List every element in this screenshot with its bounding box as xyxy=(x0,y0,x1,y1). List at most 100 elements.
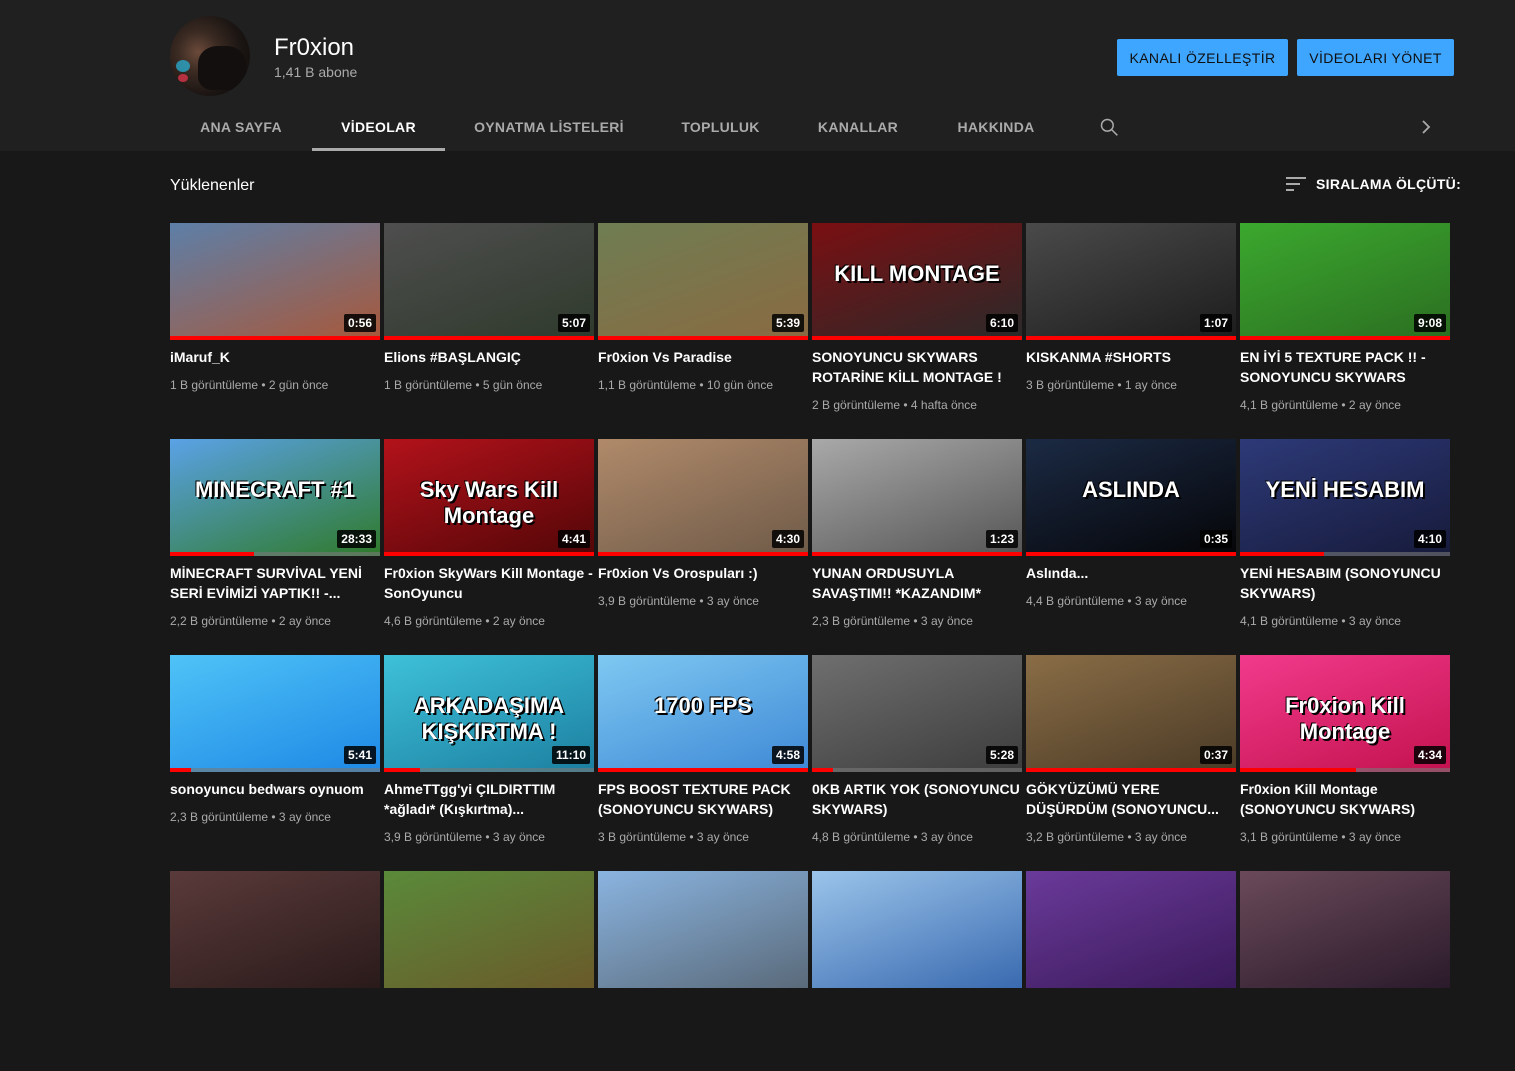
thumbnail-text: Fr0xion Kill Montage xyxy=(1285,693,1405,744)
watch-progress-bar xyxy=(1026,336,1236,340)
video-card[interactable]: 1:07 KISKANMA #SHORTS 3 B görüntüleme • 1 … xyxy=(1026,223,1236,423)
video-title[interactable]: EN İYİ 5 TEXTURE PACK !! - SONOYUNCU SKY… xyxy=(1240,347,1450,387)
video-thumbnail[interactable] xyxy=(812,871,1022,988)
video-title[interactable]: sonoyuncu bedwars oynuom xyxy=(170,779,380,799)
video-card[interactable] xyxy=(812,871,1022,1071)
video-thumbnail[interactable]: 0:37 xyxy=(1026,655,1236,772)
tab-channels[interactable]: KANALLAR xyxy=(788,102,928,151)
video-thumbnail[interactable]: 5:07 xyxy=(384,223,594,340)
video-thumbnail[interactable]: 1:23 xyxy=(812,439,1022,556)
video-card[interactable]: YENİ HESABIM 4:10 YENİ HESABIM (SONOYUNCU … xyxy=(1240,439,1450,639)
video-thumbnail[interactable]: ASLINDA 0:35 xyxy=(1026,439,1236,556)
video-thumbnail[interactable]: 5:28 xyxy=(812,655,1022,772)
video-thumbnail[interactable]: KILL MONTAGE 6:10 xyxy=(812,223,1022,340)
video-title[interactable]: Fr0xion SkyWars Kill Montage - SonOyuncu xyxy=(384,563,594,603)
video-title[interactable]: 0KB ARTIK YOK (SONOYUNCU SKYWARS) xyxy=(812,779,1022,819)
video-meta: 3 B görüntüleme • 3 ay önce xyxy=(598,830,749,844)
video-title[interactable]: YUNAN ORDUSUYLA SAVAŞTIM!! *KAZANDIM* xyxy=(812,563,1022,603)
tab-home[interactable]: ANA SAYFA xyxy=(170,102,312,151)
video-card[interactable]: 1:23 YUNAN ORDUSUYLA SAVAŞTIM!! *KAZANDIM… xyxy=(812,439,1022,639)
video-title[interactable]: Aslında... xyxy=(1026,563,1236,583)
tab-about[interactable]: HAKKINDA xyxy=(928,102,1064,151)
video-duration: 0:37 xyxy=(1199,746,1232,764)
video-thumbnail[interactable] xyxy=(1026,871,1236,988)
video-title[interactable]: GÖKYÜZÜMÜ YERE DÜŞÜRDÜM (SONOYUNCU... xyxy=(1026,779,1236,819)
video-duration: 1:23 xyxy=(985,530,1018,548)
video-duration: 5:39 xyxy=(771,314,804,332)
video-meta: 4,8 B görüntüleme • 3 ay önce xyxy=(812,830,973,844)
video-duration: 0:56 xyxy=(343,314,376,332)
sort-button[interactable]: SIRALAMA ÖLÇÜTÜ: xyxy=(1286,176,1461,192)
video-card[interactable]: 5:39 Fr0xion Vs Paradise 1,1 B görüntüleme… xyxy=(598,223,808,423)
video-title[interactable]: SONOYUNCU SKYWARS ROTARİNE KİLL MONTAGE … xyxy=(812,347,1022,387)
sort-icon xyxy=(1286,177,1306,191)
video-title[interactable]: Fr0xion Vs Orospuları :) xyxy=(598,563,808,583)
video-title[interactable]: AhmeTTgg'yi ÇILDIRTTIM *ağladı* (Kışkırt… xyxy=(384,779,594,819)
tab-videos[interactable]: VİDEOLAR xyxy=(312,102,445,151)
video-card[interactable] xyxy=(1240,871,1450,1071)
video-card[interactable] xyxy=(384,871,594,1071)
manage-videos-button[interactable]: VİDEOLARI YÖNET xyxy=(1297,39,1454,76)
video-card[interactable] xyxy=(170,871,380,1071)
video-card[interactable]: 0:37 GÖKYÜZÜMÜ YERE DÜŞÜRDÜM (SONOYUNCU..… xyxy=(1026,655,1236,855)
video-card[interactable]: 5:07 Elions #BAŞLANGIÇ 1 B görüntüleme • 5… xyxy=(384,223,594,423)
video-card[interactable]: 5:41 sonoyuncu bedwars oynuom 2,3 B görünt… xyxy=(170,655,380,855)
video-thumbnail[interactable]: 9:08 xyxy=(1240,223,1450,340)
video-thumbnail[interactable]: 1:07 xyxy=(1026,223,1236,340)
video-card[interactable]: KILL MONTAGE 6:10 SONOYUNCU SKYWARS ROTARİ… xyxy=(812,223,1022,423)
video-title[interactable]: Fr0xion Vs Paradise xyxy=(598,347,808,367)
video-thumbnail[interactable]: ARKADAŞIMA KIŞKIRTMA ! 11:10 xyxy=(384,655,594,772)
tab-playlists[interactable]: OYNATMA LİSTELERİ xyxy=(445,102,653,151)
video-card[interactable]: Sky Wars Kill Montage 4:41 Fr0xion SkyWars… xyxy=(384,439,594,639)
video-thumbnail[interactable] xyxy=(598,871,808,988)
video-card[interactable] xyxy=(1026,871,1236,1071)
video-title[interactable]: iMaruf_K xyxy=(170,347,380,367)
video-duration: 4:34 xyxy=(1413,746,1446,764)
video-meta: 3,1 B görüntüleme • 3 ay önce xyxy=(1240,830,1401,844)
video-card[interactable]: ARKADAŞIMA KIŞKIRTMA ! 11:10 AhmeTTgg'yi Ç… xyxy=(384,655,594,855)
video-thumbnail[interactable]: 4:30 xyxy=(598,439,808,556)
search-icon[interactable] xyxy=(1099,117,1119,137)
video-card[interactable]: MINECRAFT #1 28:33 MİNECRAFT SURVİVAL YENİ… xyxy=(170,439,380,639)
video-title[interactable]: Fr0xion Kill Montage (SONOYUNCU SKYWARS) xyxy=(1240,779,1450,819)
video-thumbnail[interactable]: 5:39 xyxy=(598,223,808,340)
watch-progress-bar xyxy=(1026,552,1236,556)
video-title[interactable]: YENİ HESABIM (SONOYUNCU SKYWARS) xyxy=(1240,563,1450,603)
video-card[interactable]: 9:08 EN İYİ 5 TEXTURE PACK !! - SONOYUNCU… xyxy=(1240,223,1450,423)
video-title[interactable]: MİNECRAFT SURVİVAL YENİ SERİ EVİMİZİ YAP… xyxy=(170,563,380,603)
video-title[interactable]: FPS BOOST TEXTURE PACK (SONOYUNCU SKYWAR… xyxy=(598,779,808,819)
video-card[interactable]: ASLINDA 0:35 Aslında... 4,4 B görüntüleme •… xyxy=(1026,439,1236,639)
tab-community[interactable]: TOPLULUK xyxy=(653,102,788,151)
video-thumbnail[interactable]: MINECRAFT #1 28:33 xyxy=(170,439,380,556)
video-meta: 4,1 B görüntüleme • 2 ay önce xyxy=(1240,398,1401,412)
video-title[interactable]: Elions #BAŞLANGIÇ xyxy=(384,347,594,367)
channel-avatar[interactable] xyxy=(170,16,250,96)
video-meta: 1,1 B görüntüleme • 10 gün önce xyxy=(598,378,773,392)
video-card[interactable]: 4:30 Fr0xion Vs Orospuları :) 3,9 B görünt… xyxy=(598,439,808,639)
video-meta: 2,2 B görüntüleme • 2 ay önce xyxy=(170,614,331,628)
video-card[interactable]: 0:56 iMaruf_K 1 B görüntüleme • 2 gün önce xyxy=(170,223,380,423)
video-thumbnail[interactable] xyxy=(1240,871,1450,988)
watch-progress-track xyxy=(812,768,1022,772)
video-title[interactable]: KISKANMA #SHORTS xyxy=(1026,347,1236,367)
thumbnail-text: 1700 FPS xyxy=(654,693,752,718)
video-thumbnail[interactable]: YENİ HESABIM 4:10 xyxy=(1240,439,1450,556)
video-thumbnail[interactable]: 1700 FPS 4:58 xyxy=(598,655,808,772)
video-thumbnail[interactable] xyxy=(384,871,594,988)
video-thumbnail[interactable]: 0:56 xyxy=(170,223,380,340)
video-thumbnail[interactable]: 5:41 xyxy=(170,655,380,772)
video-meta: 3 B görüntüleme • 1 ay önce xyxy=(1026,378,1177,392)
chevron-right-icon[interactable] xyxy=(1418,117,1434,137)
video-card[interactable] xyxy=(598,871,808,1071)
video-thumbnail[interactable]: Sky Wars Kill Montage 4:41 xyxy=(384,439,594,556)
video-meta: 2,3 B görüntüleme • 3 ay önce xyxy=(170,810,331,824)
video-duration: 5:28 xyxy=(985,746,1018,764)
video-thumbnail[interactable] xyxy=(170,871,380,988)
customize-channel-button[interactable]: KANALI ÖZELLEŞTİR xyxy=(1117,39,1288,76)
watch-progress-bar xyxy=(1240,336,1450,340)
video-thumbnail[interactable]: Fr0xion Kill Montage 4:34 xyxy=(1240,655,1450,772)
video-card[interactable]: 1700 FPS 4:58 FPS BOOST TEXTURE PACK (SONO… xyxy=(598,655,808,855)
sort-label: SIRALAMA ÖLÇÜTÜ: xyxy=(1316,176,1462,192)
video-card[interactable]: Fr0xion Kill Montage 4:34 Fr0xion Kill Mon… xyxy=(1240,655,1450,855)
video-card[interactable]: 5:28 0KB ARTIK YOK (SONOYUNCU SKYWARS) 4,8… xyxy=(812,655,1022,855)
